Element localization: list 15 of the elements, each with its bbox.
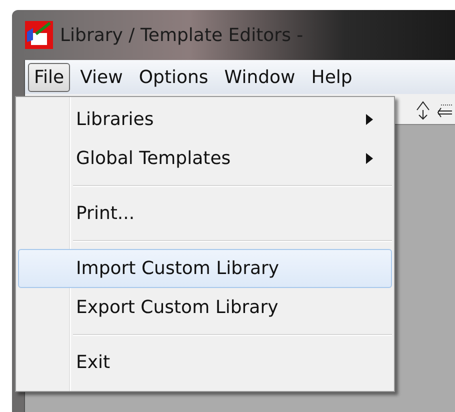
menu-item[interactable]: Export Custom Library <box>18 288 392 327</box>
window-title: Library / Template Editors - <box>60 24 304 46</box>
menu-item[interactable]: Exit <box>18 343 392 382</box>
submenu-arrow-icon <box>366 114 373 125</box>
app-icon <box>24 20 54 50</box>
menu-title[interactable]: View <box>74 62 129 92</box>
menu-item[interactable]: Global Templates <box>18 139 392 178</box>
submenu-arrow-icon <box>366 153 373 164</box>
menu-title[interactable]: Help <box>305 62 358 92</box>
menu-item[interactable]: Import Custom Library <box>18 249 392 288</box>
menu-title[interactable]: Window <box>218 62 302 92</box>
menu-title[interactable]: Options <box>132 62 214 92</box>
menu-title[interactable]: File <box>28 62 70 92</box>
menu-item[interactable]: Print... <box>18 194 392 233</box>
menu-item[interactable]: Libraries <box>18 100 392 139</box>
